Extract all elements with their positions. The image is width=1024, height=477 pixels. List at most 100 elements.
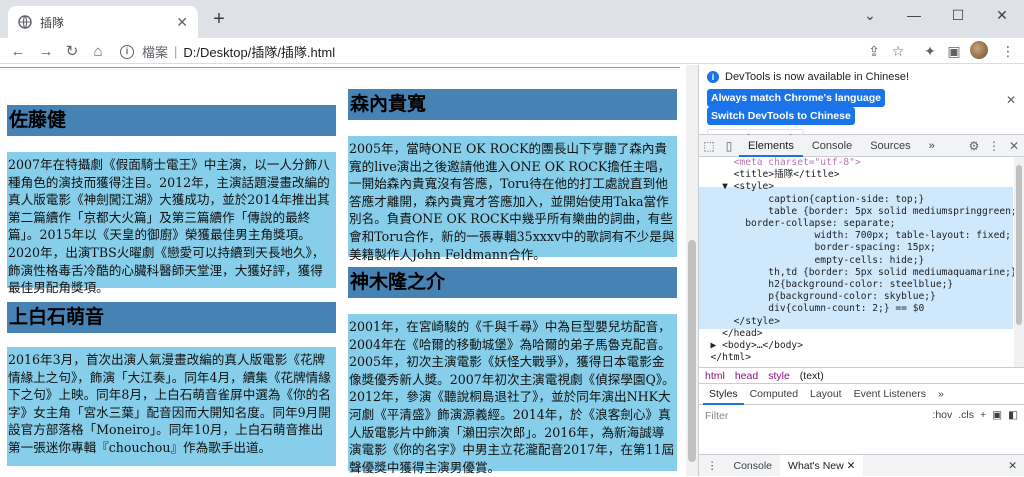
breadcrumb-head[interactable]: head bbox=[735, 370, 758, 382]
breadcrumb-style[interactable]: style bbox=[768, 370, 790, 382]
tab-close-icon[interactable]: ✕ bbox=[176, 14, 188, 31]
drawer-menu-icon[interactable]: ⋮ bbox=[699, 455, 726, 477]
tab-sources[interactable]: Sources bbox=[861, 135, 919, 157]
match-language-button[interactable]: Always match Chrome's language bbox=[707, 89, 885, 107]
page-top-rule bbox=[0, 67, 680, 68]
bookmark-star-icon[interactable]: ☆ bbox=[886, 40, 910, 62]
browser-toolbar: ← → ↻ ⌂ i 檔案 | D:/Desktop/插隊/插隊.html ⇪ ☆… bbox=[0, 38, 1024, 64]
computed-sidebar-icon[interactable]: ◧ bbox=[1008, 409, 1018, 421]
code-line[interactable]: <meta charset="utf-8"> bbox=[699, 157, 1024, 169]
browser-titlebar: 插隊 ✕ + ⌄ — ☐ ✕ bbox=[0, 0, 1024, 38]
minimize-button[interactable]: — bbox=[892, 0, 936, 30]
hover-state-button[interactable]: :hov bbox=[932, 409, 952, 421]
tab-elements[interactable]: Elements bbox=[739, 135, 803, 157]
code-line[interactable]: p{background-color: skyblue;} bbox=[699, 291, 1024, 303]
extensions-icon[interactable]: ✦ bbox=[918, 40, 942, 62]
more-tabs-button[interactable]: » bbox=[920, 135, 944, 157]
tab-layout[interactable]: Layout bbox=[804, 383, 848, 405]
code-line[interactable]: width: 700px; table-layout: fixed; bbox=[699, 230, 1024, 242]
devtools-close-icon[interactable]: ✕ bbox=[1006, 139, 1022, 153]
info-icon[interactable]: i bbox=[120, 44, 134, 59]
banner-text: DevTools is now available in Chinese! bbox=[725, 71, 910, 83]
tab-title: 插隊 bbox=[40, 15, 65, 30]
devtools-menu-icon[interactable]: ⋮ bbox=[986, 139, 1002, 153]
code-line[interactable]: </html> bbox=[699, 352, 1024, 364]
breadcrumb-html[interactable]: html bbox=[705, 370, 725, 382]
globe-icon bbox=[18, 15, 32, 29]
tab-event-listeners[interactable]: Event Listeners bbox=[848, 383, 932, 405]
window-controls: ⌄ — ☐ ✕ bbox=[848, 0, 1024, 30]
banner-info: i DevTools is now available in Chinese! bbox=[707, 71, 1016, 83]
address-bar[interactable]: i 檔案 | D:/Desktop/插隊/插隊.html bbox=[120, 42, 335, 61]
browser-tab[interactable]: 插隊 ✕ bbox=[8, 6, 198, 38]
drawer-tab-whats-new[interactable]: What's New ✕ bbox=[780, 454, 864, 477]
code-line[interactable]: </style> bbox=[699, 316, 1024, 328]
tab-styles[interactable]: Styles bbox=[703, 383, 744, 405]
devtools-language-banner: i DevTools is now available in Chinese! … bbox=[699, 65, 1024, 149]
section-paragraph: 2016年3月，首次出演人氣漫畫改編的真人版電影《花牌情緣上之句》，飾演「大江奏… bbox=[7, 347, 336, 466]
section-heading: 上白石萌音 bbox=[7, 302, 336, 333]
new-rule-button[interactable]: + bbox=[980, 409, 986, 421]
breadcrumb-text[interactable]: (text) bbox=[800, 370, 824, 382]
code-line[interactable]: table {border: 5px solid mediumspringgre… bbox=[699, 206, 1024, 218]
inspect-element-icon[interactable]: ⬚ bbox=[701, 139, 717, 153]
switch-chinese-button[interactable]: Switch DevTools to Chinese bbox=[707, 107, 855, 125]
section-heading: 佐藤健 bbox=[7, 105, 336, 136]
section-kamiki-ryunosuke: 神木隆之介 2001年，在宮崎駿的《千與千尋》中為巨型嬰兒坊配音，2004年在《… bbox=[348, 267, 677, 475]
section-paragraph: 2005年，當時ONE OK ROCK的團長山下亨聽了森內貴寬的live演出之後… bbox=[348, 136, 677, 262]
styles-tabbar: Styles Computed Layout Event Listeners » bbox=[699, 383, 1024, 405]
code-line[interactable]: th,td {border: 5px solid mediumaquamarin… bbox=[699, 267, 1024, 279]
tab-computed[interactable]: Computed bbox=[744, 383, 804, 405]
section-heading: 森內貴寬 bbox=[348, 89, 677, 120]
profile-avatar[interactable] bbox=[970, 41, 988, 59]
code-line[interactable]: border-collapse: separate; bbox=[699, 218, 1024, 230]
url-scheme-label: 檔案 bbox=[142, 45, 169, 60]
more-style-tabs-button[interactable]: » bbox=[932, 383, 950, 405]
code-line[interactable]: <title>插隊</title> bbox=[699, 169, 1024, 181]
share-icon[interactable]: ⇪ bbox=[862, 40, 886, 62]
forward-button[interactable]: → bbox=[34, 40, 58, 62]
side-panel-icon[interactable]: ▣ bbox=[942, 40, 966, 62]
close-window-button[interactable]: ✕ bbox=[980, 0, 1024, 30]
home-button[interactable]: ⌂ bbox=[86, 40, 110, 62]
section-sato-takeru: 佐藤健 2007年在特攝劇《假面騎士電王》中主演，以一人分飾八種角色的演技而獲得… bbox=[7, 105, 336, 295]
tab-search-icon[interactable]: ⌄ bbox=[848, 0, 892, 30]
back-button[interactable]: ← bbox=[6, 40, 30, 62]
section-heading: 神木隆之介 bbox=[348, 267, 677, 298]
elements-scrollbar[interactable] bbox=[1014, 157, 1024, 367]
filter-input[interactable]: Filter bbox=[705, 410, 728, 422]
page-viewport: 佐藤健 2007年在特攝劇《假面騎士電王》中主演，以一人分飾八種角色的演技而獲得… bbox=[0, 65, 686, 476]
code-line[interactable]: ▼ <style> bbox=[699, 181, 1024, 193]
section-kamishiraishi-mone: 上白石萌音 2016年3月，首次出演人氣漫畫改編的真人版電影《花牌情緣上之句》，… bbox=[7, 302, 336, 466]
code-line[interactable]: caption{caption-side: top;} bbox=[699, 194, 1024, 206]
banner-close-icon[interactable]: ✕ bbox=[1006, 93, 1016, 107]
browser-menu-icon[interactable]: ⋮ bbox=[996, 40, 1020, 62]
styles-filter[interactable]: Filter :hov .cls + ▣ ◧ bbox=[699, 405, 1024, 427]
url-separator: | bbox=[174, 44, 178, 59]
code-line[interactable]: ▶ <body>…</body> bbox=[699, 340, 1024, 352]
code-line[interactable]: div{column-count: 2;} == $0 bbox=[699, 303, 1024, 315]
elements-tree: <meta charset="utf-8"> <title>插隊</title>… bbox=[699, 157, 1024, 367]
devtools-drawer: ⋮ Console What's New ✕ ✕ bbox=[699, 454, 1024, 477]
code-line[interactable]: </head> bbox=[699, 328, 1024, 340]
tab-console[interactable]: Console bbox=[803, 135, 861, 157]
drawer-tab-console[interactable]: Console bbox=[726, 455, 781, 477]
drawer-close-icon[interactable]: ✕ bbox=[1000, 455, 1024, 477]
new-tab-button[interactable]: + bbox=[208, 9, 230, 31]
code-line[interactable]: h2{background-color: steelblue;} bbox=[699, 279, 1024, 291]
page-scrollbar-thumb[interactable] bbox=[688, 240, 696, 462]
page-scrollbar[interactable] bbox=[686, 65, 698, 476]
devtools-tabbar: ⬚ ▯ Elements Console Sources » ⚙ ⋮ ✕ bbox=[699, 135, 1024, 157]
reload-button[interactable]: ↻ bbox=[60, 40, 84, 62]
code-line[interactable]: border-spacing: 15px; bbox=[699, 242, 1024, 254]
breadcrumb: html head style (text) bbox=[699, 367, 1024, 383]
elements-scrollbar-thumb[interactable] bbox=[1016, 165, 1022, 325]
settings-gear-icon[interactable]: ⚙ bbox=[966, 139, 982, 153]
device-toolbar-icon[interactable]: ▯ bbox=[721, 139, 737, 153]
section-moriuchi-takahiro: 森內貴寬 2005年，當時ONE OK ROCK的團長山下亨聽了森內貴寬的liv… bbox=[348, 89, 677, 262]
element-state-icon[interactable]: ▣ bbox=[992, 409, 1002, 421]
maximize-button[interactable]: ☐ bbox=[936, 0, 980, 30]
class-toggle-button[interactable]: .cls bbox=[958, 409, 974, 421]
devtools-panel: i DevTools is now available in Chinese! … bbox=[698, 65, 1024, 477]
code-line[interactable]: empty-cells: hide;} bbox=[699, 255, 1024, 267]
